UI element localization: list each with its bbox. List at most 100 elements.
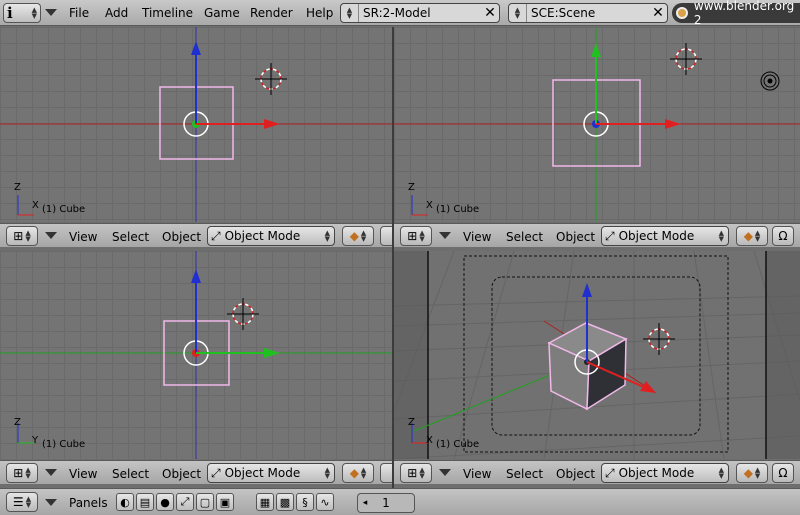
anim-icon[interactable]: ▩	[276, 493, 294, 511]
sound-icon[interactable]: §	[296, 493, 314, 511]
axis-label-up: Z	[14, 417, 21, 428]
scene-icon[interactable]: ▣	[216, 493, 234, 511]
menu-select[interactable]: Select	[506, 230, 543, 244]
menu-object[interactable]: Object	[556, 230, 595, 244]
object-info-label: (1) Cube	[436, 439, 480, 450]
screen-selector[interactable]: ▲ ▼ SR:2-Model ✕	[340, 3, 500, 23]
menu-render[interactable]: Render	[250, 6, 293, 20]
menu-view[interactable]: View	[69, 230, 97, 244]
window-type-buttons-button[interactable]: ☰ ▲ ▼	[6, 492, 38, 512]
collapse-menus-icon[interactable]	[45, 499, 57, 506]
menu-object[interactable]: Object	[556, 467, 595, 481]
window-type-3dview-button[interactable]: ⊞ ▲ ▼	[400, 463, 432, 483]
menu-select[interactable]: Select	[112, 467, 149, 481]
menu-view[interactable]: View	[69, 467, 97, 481]
menu-timeline[interactable]: Timeline	[142, 6, 193, 20]
collapse-menus-icon[interactable]	[45, 9, 57, 16]
blender-logo-icon	[676, 7, 688, 19]
collapse-menus-icon[interactable]	[45, 232, 57, 239]
scene-name-field[interactable]: SCE:Scene	[527, 6, 649, 20]
shading-sphere-icon[interactable]: ●	[156, 493, 174, 511]
object-mode-icon: ⤢	[211, 465, 221, 480]
draw-type-button[interactable]: ◆ ▲ ▼	[736, 463, 768, 483]
viewport-bottom-left-scene	[0, 251, 392, 459]
menu-game[interactable]: Game	[204, 6, 240, 20]
viewport-bottom-left[interactable]: Z Y (1) Cube	[0, 251, 392, 459]
view-header-top-left: ⊞ ▲ ▼ View Select Object ⤢ Object Mode ▲ ▼ ◆ ▲…	[0, 223, 392, 247]
menu-object[interactable]: Object	[162, 467, 201, 481]
buttons-window-icon: ☰	[12, 495, 24, 509]
mode-selector[interactable]: ⤢ Object Mode ▲ ▼	[207, 463, 335, 483]
vertical-split[interactable]	[392, 27, 394, 488]
headphones-icon: Ω	[778, 229, 788, 243]
draw-type-button[interactable]: ◆ ▲ ▼	[736, 226, 768, 246]
viewport-top-right-scene	[394, 27, 800, 222]
window-type-3dview-button[interactable]: ⊞ ▲ ▼	[400, 226, 432, 246]
mode-label: Object Mode	[224, 466, 301, 480]
overflow-button[interactable]	[380, 226, 392, 246]
collapse-menus-icon[interactable]	[439, 232, 451, 239]
grid-icon: ⊞	[407, 466, 418, 480]
headphones-icon: Ω	[778, 466, 788, 480]
delete-scene-icon[interactable]: ✕	[649, 5, 667, 21]
collapse-menus-icon[interactable]	[439, 469, 451, 476]
object-icon[interactable]: ⤢	[176, 493, 194, 511]
menu-file[interactable]: File	[69, 6, 89, 20]
screen-name-field[interactable]: SR:2-Model	[359, 6, 481, 20]
menu-select[interactable]: Select	[506, 467, 543, 481]
window-type-info-button[interactable]: i ▲ ▼	[3, 3, 41, 23]
menu-select[interactable]: Select	[112, 230, 149, 244]
y-arrow-head	[591, 43, 601, 57]
scene-browse-icon[interactable]: ▲ ▼	[509, 4, 527, 22]
3d-cursor-icon	[670, 43, 702, 75]
menu-panels[interactable]: Panels	[69, 496, 108, 510]
window-type-3dview-button[interactable]: ⊞ ▲ ▼	[6, 226, 38, 246]
frame-value: 1	[382, 496, 390, 510]
draw-type-icon: ◆	[743, 229, 753, 243]
shading-button[interactable]: Ω	[772, 463, 794, 483]
menu-help[interactable]: Help	[306, 6, 333, 20]
axis-label-up: Z	[408, 182, 415, 193]
window-type-3dview-button[interactable]: ⊞ ▲ ▼	[6, 463, 38, 483]
viewport-bottom-right[interactable]: Z X (1) Cube	[394, 251, 800, 459]
render-icon[interactable]: ▦	[256, 493, 274, 511]
overflow-button[interactable]	[380, 463, 392, 483]
shading-button[interactable]: Ω	[772, 226, 794, 246]
menu-view[interactable]: View	[463, 230, 491, 244]
x-arrow-head	[665, 119, 681, 129]
menu-view[interactable]: View	[463, 467, 491, 481]
mode-selector[interactable]: ⤢ Object Mode ▲ ▼	[601, 226, 729, 246]
axis-label-up: Z	[408, 417, 415, 428]
script-icon[interactable]: ▤	[136, 493, 154, 511]
viewport-top-right[interactable]: Z X (1) Cube	[394, 27, 800, 222]
screen-browse-icon[interactable]: ▲ ▼	[341, 4, 359, 22]
axis-label-right: X	[426, 435, 433, 446]
draw-type-button[interactable]: ◆ ▲ ▼	[342, 463, 374, 483]
z-arrow-head	[191, 269, 201, 283]
collapse-menus-icon[interactable]	[45, 469, 57, 476]
editing-icon[interactable]: ▢	[196, 493, 214, 511]
draw-type-icon: ◆	[349, 229, 359, 243]
mode-selector[interactable]: ⤢ Object Mode ▲ ▼	[601, 463, 729, 483]
frame-decrement-icon[interactable]: ◂	[358, 498, 372, 508]
menu-add[interactable]: Add	[105, 6, 128, 20]
scene-selector[interactable]: ▲ ▼ SCE:Scene ✕	[508, 3, 668, 23]
draw-type-button[interactable]: ◆ ▲ ▼	[342, 226, 374, 246]
delete-screen-icon[interactable]: ✕	[481, 5, 499, 21]
object-mode-icon: ⤢	[605, 465, 615, 480]
menu-object[interactable]: Object	[162, 230, 201, 244]
logic-icon[interactable]: ◐	[116, 493, 134, 511]
viewport-bottom-right-scene	[394, 251, 800, 459]
grid-icon: ⊞	[13, 466, 24, 480]
z-arrow-head	[582, 283, 592, 297]
axis-label-right: X	[32, 200, 39, 211]
wave-icon[interactable]: ∿	[316, 493, 334, 511]
current-frame-field[interactable]: ◂ 1	[357, 493, 415, 513]
draw-type-icon: ◆	[743, 466, 753, 480]
mode-selector[interactable]: ⤢ Object Mode ▲ ▼	[207, 226, 335, 246]
blender-url[interactable]: www.blender.org 2	[672, 0, 800, 27]
viewport-top-left[interactable]: Z X (1) Cube	[0, 27, 392, 222]
x-arrow-head	[640, 381, 656, 393]
draw-type-icon: ◆	[349, 466, 359, 480]
3d-cursor-icon	[227, 298, 259, 330]
